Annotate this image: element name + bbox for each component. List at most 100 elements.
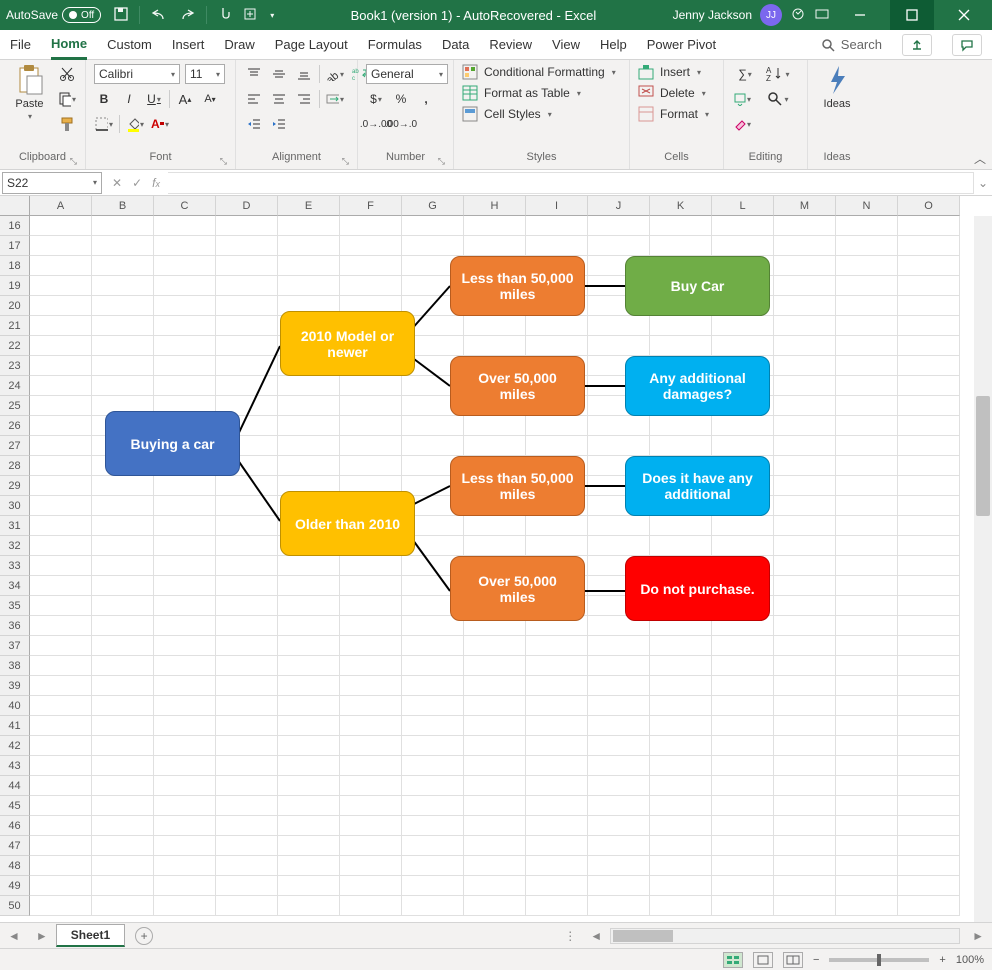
- cell[interactable]: [464, 756, 526, 776]
- cell[interactable]: [154, 796, 216, 816]
- page-break-view-button[interactable]: [783, 952, 803, 968]
- row-header[interactable]: 24: [0, 376, 30, 396]
- row-header[interactable]: 31: [0, 516, 30, 536]
- cell-styles-button[interactable]: Cell Styles▾: [462, 106, 616, 122]
- bold-button[interactable]: B: [94, 89, 114, 109]
- cell[interactable]: [774, 576, 836, 596]
- cell[interactable]: [340, 716, 402, 736]
- autosave-toggle[interactable]: AutoSave Off: [6, 7, 101, 23]
- save-icon[interactable]: [113, 6, 129, 25]
- cell[interactable]: [712, 656, 774, 676]
- merge-button[interactable]: ▾: [325, 89, 345, 109]
- cell[interactable]: [526, 776, 588, 796]
- sheet-tab-sheet1[interactable]: Sheet1: [56, 924, 125, 947]
- cell[interactable]: [92, 756, 154, 776]
- cell[interactable]: [836, 536, 898, 556]
- cell[interactable]: [588, 816, 650, 836]
- conditional-formatting-button[interactable]: Conditional Formatting▾: [462, 64, 616, 80]
- qat-add-icon[interactable]: [243, 6, 259, 25]
- cell[interactable]: [278, 416, 340, 436]
- cell[interactable]: [278, 796, 340, 816]
- cell[interactable]: [650, 816, 712, 836]
- align-center-button[interactable]: [269, 89, 289, 109]
- cell[interactable]: [526, 856, 588, 876]
- col-header[interactable]: M: [774, 196, 836, 216]
- cell[interactable]: [836, 396, 898, 416]
- cell[interactable]: [92, 216, 154, 236]
- cell[interactable]: [650, 536, 712, 556]
- zoom-level[interactable]: 100%: [956, 954, 984, 966]
- cell[interactable]: [154, 596, 216, 616]
- cell[interactable]: [836, 516, 898, 536]
- vertical-scrollbar[interactable]: [974, 216, 992, 922]
- cell[interactable]: [30, 416, 92, 436]
- cell[interactable]: [526, 656, 588, 676]
- cell[interactable]: [464, 516, 526, 536]
- cell[interactable]: [526, 636, 588, 656]
- clear-button[interactable]: ▾: [732, 114, 752, 134]
- cell[interactable]: [464, 536, 526, 556]
- cell[interactable]: [650, 716, 712, 736]
- cell[interactable]: [836, 436, 898, 456]
- cell[interactable]: [774, 316, 836, 336]
- number-launcher-icon[interactable]: ⤡: [438, 156, 445, 167]
- cell[interactable]: [30, 776, 92, 796]
- col-header[interactable]: K: [650, 196, 712, 216]
- cell[interactable]: [92, 556, 154, 576]
- cell[interactable]: [836, 356, 898, 376]
- fill-color-button[interactable]: ▾: [125, 114, 145, 134]
- cell[interactable]: [340, 256, 402, 276]
- cell[interactable]: [836, 616, 898, 636]
- cell[interactable]: [92, 376, 154, 396]
- cell[interactable]: [898, 476, 960, 496]
- cell[interactable]: [774, 236, 836, 256]
- tab-data[interactable]: Data: [442, 30, 469, 60]
- cell[interactable]: [30, 736, 92, 756]
- cell[interactable]: [712, 516, 774, 536]
- row-header[interactable]: 19: [0, 276, 30, 296]
- cell[interactable]: [340, 896, 402, 916]
- number-format-select[interactable]: General▾: [366, 64, 448, 84]
- cell[interactable]: [774, 696, 836, 716]
- cell[interactable]: [836, 576, 898, 596]
- cell[interactable]: [464, 856, 526, 876]
- cell[interactable]: [216, 696, 278, 716]
- cell[interactable]: [30, 696, 92, 716]
- decrease-decimal-button[interactable]: .00→.0: [391, 114, 411, 134]
- cell[interactable]: [402, 636, 464, 656]
- row-header[interactable]: 27: [0, 436, 30, 456]
- cell[interactable]: [712, 796, 774, 816]
- cell[interactable]: [216, 376, 278, 396]
- cell[interactable]: [30, 616, 92, 636]
- cell[interactable]: [154, 636, 216, 656]
- avatar[interactable]: JJ: [760, 4, 782, 26]
- increase-indent-button[interactable]: [269, 114, 289, 134]
- cell[interactable]: [836, 836, 898, 856]
- cell[interactable]: [216, 516, 278, 536]
- cell[interactable]: [650, 856, 712, 876]
- cell[interactable]: [278, 656, 340, 676]
- row-header[interactable]: 23: [0, 356, 30, 376]
- cell[interactable]: [836, 556, 898, 576]
- row-header[interactable]: 39: [0, 676, 30, 696]
- cell[interactable]: [154, 616, 216, 636]
- cell[interactable]: [526, 416, 588, 436]
- tab-view[interactable]: View: [552, 30, 580, 60]
- cell[interactable]: [402, 216, 464, 236]
- cell[interactable]: [836, 456, 898, 476]
- cell[interactable]: [774, 256, 836, 276]
- cell[interactable]: [526, 896, 588, 916]
- cell[interactable]: [154, 336, 216, 356]
- cell[interactable]: [30, 296, 92, 316]
- cell[interactable]: [464, 636, 526, 656]
- cell[interactable]: [216, 356, 278, 376]
- cell[interactable]: [712, 336, 774, 356]
- cell[interactable]: [836, 896, 898, 916]
- cell[interactable]: [92, 776, 154, 796]
- search-button[interactable]: Search: [821, 37, 882, 52]
- cell[interactable]: [526, 536, 588, 556]
- cell[interactable]: [588, 896, 650, 916]
- cell[interactable]: [898, 536, 960, 556]
- cell[interactable]: [216, 216, 278, 236]
- zoom-out-button[interactable]: −: [813, 954, 819, 966]
